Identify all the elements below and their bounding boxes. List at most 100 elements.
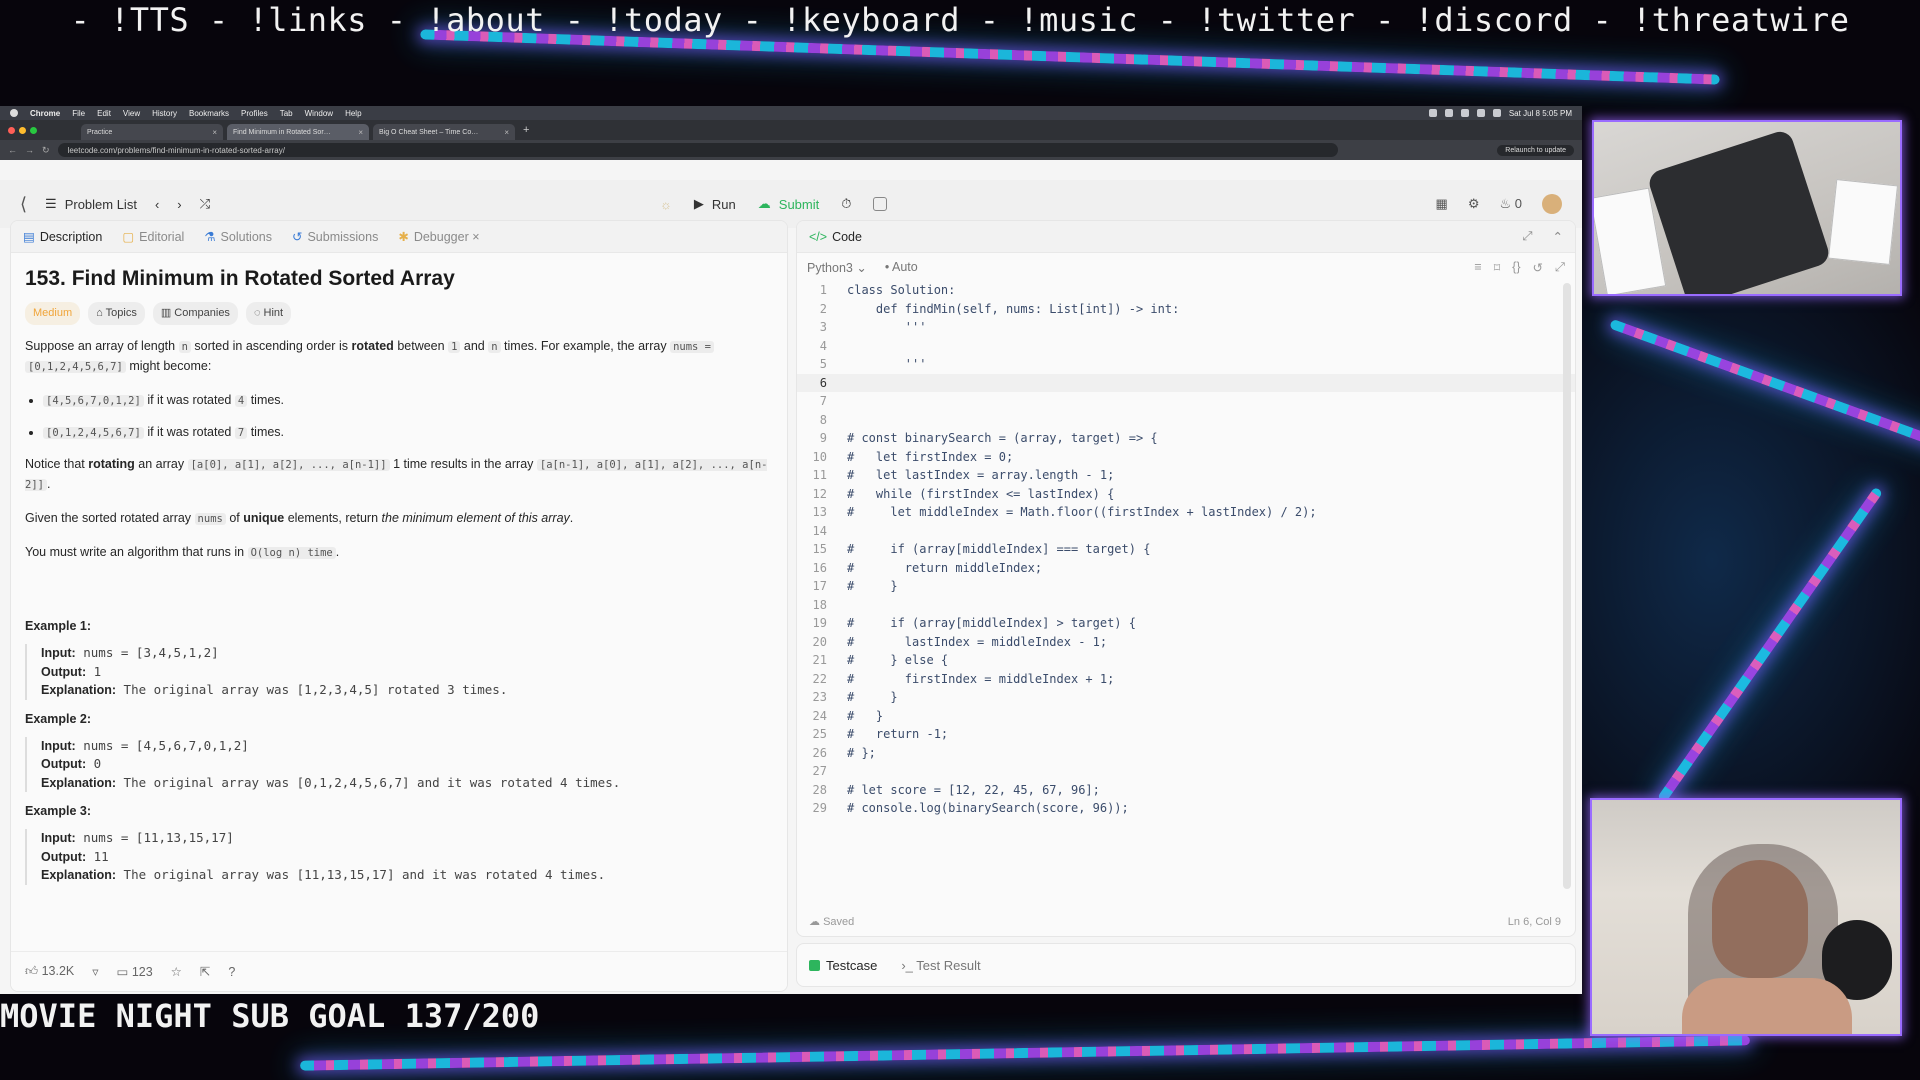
code-line[interactable]: 1 class Solution: (797, 281, 1575, 300)
minimize-window-button[interactable] (19, 126, 26, 134)
wifi-icon[interactable] (1460, 109, 1469, 117)
star-icon[interactable]: ☆ (171, 964, 182, 979)
code-line[interactable]: 6 (797, 373, 1575, 392)
dislike-button[interactable]: ▿ (92, 964, 98, 979)
code-line[interactable]: 4 (797, 337, 1575, 356)
collapse-icon[interactable]: ⌃ (1553, 229, 1563, 244)
debug-icon[interactable]: ☼ (660, 197, 672, 212)
comments-button[interactable]: ▭ 123 (117, 964, 153, 979)
code-line[interactable]: 23 # } (797, 688, 1575, 707)
settings-gear-icon[interactable]: ⚙ (1468, 196, 1480, 212)
menu-window[interactable]: Window (305, 109, 333, 118)
submit-button[interactable]: ☁ Submit (758, 196, 819, 212)
close-tab-icon[interactable]: × (472, 230, 479, 244)
code-line[interactable]: 27 (797, 762, 1575, 781)
tab-editorial[interactable]: ▢ Editorial (122, 229, 184, 244)
code-line[interactable]: 29 # console.log(binarySearch(score, 96))… (797, 799, 1575, 818)
menu-edit[interactable]: Edit (97, 109, 111, 118)
bookmark-icon[interactable]: ⌑ (1494, 260, 1500, 275)
problem-title[interactable]: 153. Find Minimum in Rotated Sorted Arra… (25, 268, 773, 289)
tab-test-result[interactable]: ›_ Test Result (901, 958, 980, 973)
braces-icon[interactable]: {} (1512, 260, 1520, 275)
tab-solutions[interactable]: ⚗ Solutions (204, 229, 272, 244)
format-icon[interactable]: ≡ (1474, 260, 1481, 275)
fullscreen-icon[interactable]: ⤢ (1555, 260, 1565, 275)
run-button[interactable]: ▶ Run (694, 196, 736, 212)
reload-icon[interactable]: ↻ (42, 145, 50, 156)
menu-view[interactable]: View (123, 109, 140, 118)
url-bar[interactable]: leetcode.com/problems/find-minimum-in-ro… (57, 143, 1338, 157)
tab-code[interactable]: </> Code (809, 230, 862, 244)
tab-description[interactable]: ▤ Description (23, 229, 102, 244)
new-tab-button[interactable]: + (523, 124, 529, 136)
editor-scrollbar[interactable] (1563, 283, 1571, 889)
code-line[interactable]: 11 # let lastIndex = array.length - 1; (797, 466, 1575, 485)
prev-problem-icon[interactable]: ‹ (155, 197, 159, 212)
browser-tab-active[interactable]: Find Minimum in Rotated Sor… × (227, 124, 369, 140)
close-tab-icon[interactable]: × (212, 128, 217, 137)
code-line[interactable]: 2 def findMin(self, nums: List[int]) -> … (797, 300, 1575, 319)
close-window-button[interactable] (8, 126, 15, 134)
relaunch-button[interactable]: Relaunch to update (1497, 144, 1574, 156)
apple-icon[interactable] (10, 109, 18, 117)
forward-icon[interactable]: → (25, 145, 34, 155)
menu-help[interactable]: Help (345, 109, 361, 118)
code-line[interactable]: 14 (797, 522, 1575, 541)
layout-icon[interactable]: ▦ (1436, 196, 1448, 212)
close-tab-icon[interactable]: × (358, 128, 363, 137)
status-icon[interactable] (1444, 109, 1453, 117)
code-line[interactable]: 21 # } else { (797, 651, 1575, 670)
code-line[interactable]: 22 # firstIndex = middleIndex + 1; (797, 670, 1575, 689)
hint-chip[interactable]: ◌ Hint (245, 302, 292, 325)
leetcode-logo-icon[interactable]: ⟨ (20, 194, 27, 215)
search-icon[interactable] (1492, 109, 1501, 117)
timer-icon[interactable]: ⏱ (841, 196, 851, 212)
like-button[interactable]: 👍︎ 13.2K (25, 964, 74, 979)
language-select[interactable]: Python3 ⌄ (807, 260, 867, 275)
code-line[interactable]: 13 # let middleIndex = Math.floor((firstI… (797, 503, 1575, 522)
code-line[interactable]: 12 # while (firstIndex <= lastIndex) { (797, 485, 1575, 504)
code-line[interactable]: 5 ''' (797, 355, 1575, 374)
maximize-icon[interactable]: ⤢ (1523, 229, 1533, 244)
help-icon[interactable]: ? (228, 965, 235, 979)
code-line[interactable]: 25 # return -1; (797, 725, 1575, 744)
code-line[interactable]: 18 (797, 596, 1575, 615)
menu-history[interactable]: History (152, 109, 177, 118)
reset-icon[interactable]: ↺ (1533, 260, 1543, 275)
back-icon[interactable]: ← (8, 145, 17, 155)
tab-testcase[interactable]: Testcase (809, 958, 877, 973)
share-icon[interactable]: ⇱ (200, 964, 210, 979)
menubar-clock[interactable]: Sat Jul 8 5:05 PM (1509, 109, 1572, 118)
notes-icon[interactable] (873, 197, 888, 211)
tab-debugger[interactable]: ✱ Debugger × (398, 229, 479, 244)
menu-profiles[interactable]: Profiles (241, 109, 268, 118)
code-line[interactable]: 15 # if (array[middleIndex] === target) { (797, 540, 1575, 559)
next-problem-icon[interactable]: › (177, 197, 181, 212)
code-line[interactable]: 17 # } (797, 577, 1575, 596)
problem-list-button[interactable]: ☰ Problem List (45, 196, 137, 212)
code-line[interactable]: 9 # const binarySearch = (array, target) … (797, 429, 1575, 448)
code-line[interactable]: 10 # let firstIndex = 0; (797, 448, 1575, 467)
status-icon[interactable] (1428, 109, 1437, 117)
battery-icon[interactable] (1476, 109, 1485, 117)
code-line[interactable]: 16 # return middleIndex; (797, 559, 1575, 578)
menu-chrome[interactable]: Chrome (30, 109, 60, 118)
topics-chip[interactable]: ⌂ Topics (88, 302, 145, 325)
code-line[interactable]: 24 # } (797, 707, 1575, 726)
menu-tab[interactable]: Tab (280, 109, 293, 118)
code-editor[interactable]: 1 class Solution: 2 def findMin(self, nums… (797, 281, 1575, 901)
code-line[interactable]: 7 (797, 392, 1575, 411)
code-line[interactable]: 28 # let score = [12, 22, 45, 67, 96]; (797, 781, 1575, 800)
code-line[interactable]: 8 (797, 411, 1575, 430)
code-line[interactable]: 19 # if (array[middleIndex] > target) { (797, 614, 1575, 633)
companies-chip[interactable]: ▥ Companies (152, 302, 238, 325)
code-line[interactable]: 20 # lastIndex = middleIndex - 1; (797, 633, 1575, 652)
streak-counter[interactable]: ♨ 0 (1499, 196, 1522, 212)
tab-submissions[interactable]: ↺ Submissions (292, 229, 378, 244)
avatar[interactable] (1542, 194, 1562, 214)
browser-tab[interactable]: Practice × (81, 124, 223, 140)
zoom-window-button[interactable] (30, 126, 37, 134)
autocomplete-toggle[interactable]: • Auto (885, 260, 918, 274)
code-line[interactable]: 26 # }; (797, 744, 1575, 763)
code-line[interactable]: 3 ''' (797, 318, 1575, 337)
